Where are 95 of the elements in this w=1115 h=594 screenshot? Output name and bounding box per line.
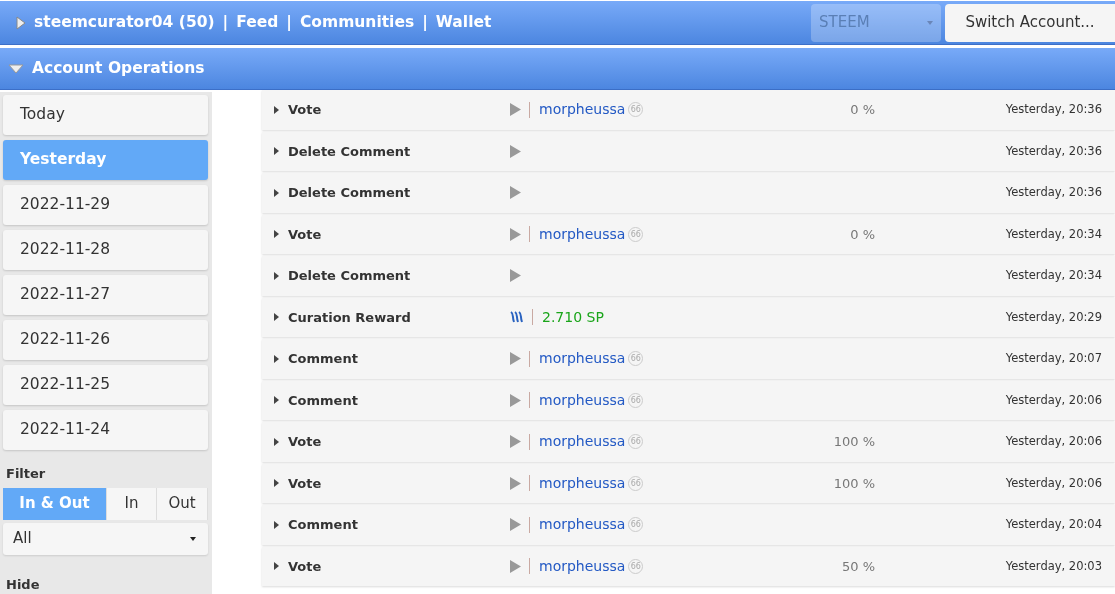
expand-caret-icon	[274, 437, 279, 446]
reward-amount: 2.710 SP	[542, 307, 604, 327]
separator: |	[422, 11, 428, 33]
operation-row[interactable]: Delete Comment Yesterday, 20:36	[262, 131, 1115, 171]
account-link[interactable]: morpheussa	[539, 348, 626, 370]
collapse-caret-icon[interactable]	[8, 63, 24, 74]
vote-percent: 0 %	[850, 102, 875, 117]
operation-time: Yesterday, 20:36	[1005, 142, 1103, 160]
expand-caret-icon	[274, 188, 279, 197]
date-item[interactable]: 2022-11-26	[3, 320, 208, 360]
type-select[interactable]: All	[3, 522, 208, 555]
account-link[interactable]: morpheussa	[539, 472, 626, 494]
operation-time: Yesterday, 20:03	[1005, 557, 1103, 575]
operation-name: Comment	[288, 350, 359, 368]
date-item[interactable]: 2022-11-25	[3, 365, 208, 405]
play-icon	[510, 352, 521, 366]
separator: |	[286, 11, 292, 33]
operation-row[interactable]: Delete Comment Yesterday, 20:34	[262, 256, 1115, 296]
operation-time: Yesterday, 20:34	[1005, 225, 1103, 243]
date-item[interactable]: 2022-11-24	[3, 410, 208, 450]
switch-account-button[interactable]: Switch Account...	[945, 3, 1115, 42]
dropdown-caret-icon	[927, 20, 933, 25]
play-icon	[510, 435, 521, 449]
date-item[interactable]: Today	[3, 95, 208, 135]
play-icon	[510, 103, 521, 117]
play-icon	[510, 393, 521, 407]
expand-caret-icon	[274, 479, 279, 488]
play-icon	[510, 559, 521, 573]
operation-time: Yesterday, 20:29	[1005, 308, 1103, 326]
operation-time: Yesterday, 20:36	[1005, 101, 1103, 119]
expand-caret-icon	[274, 147, 279, 156]
expand-caret-icon	[274, 230, 279, 239]
separator: |	[222, 11, 229, 33]
vote-percent: 100 %	[833, 475, 875, 491]
filter-tab[interactable]: Out	[157, 487, 208, 520]
filter-tab[interactable]: In	[107, 487, 157, 520]
operation-row[interactable]: Vote morpheussa 66 100 % Yesterday, 20:06	[262, 463, 1115, 503]
date-item[interactable]: 2022-11-27	[3, 275, 208, 315]
operation-row[interactable]: Vote morpheussa 66 100 % Yesterday, 20:06	[262, 422, 1115, 462]
operation-row[interactable]: Comment morpheussa 66 Yesterday, 20:06	[262, 380, 1115, 420]
operation-row[interactable]: Delete Comment Yesterday, 20:36	[262, 173, 1115, 213]
operation-name: Vote	[288, 557, 323, 576]
play-icon	[510, 144, 521, 158]
caret-icon[interactable]	[16, 15, 26, 30]
operation-time: Yesterday, 20:06	[1005, 474, 1103, 492]
date-item[interactable]: 2022-11-28	[3, 230, 208, 270]
operation-time: Yesterday, 20:04	[1005, 516, 1103, 534]
operation-name: Delete Comment	[288, 142, 412, 161]
operation-name: Comment	[288, 516, 359, 534]
vote-percent: 100 %	[833, 434, 875, 449]
account-link[interactable]: morpheussa	[539, 99, 626, 121]
operation-name: Vote	[288, 225, 323, 244]
expand-caret-icon	[274, 354, 279, 363]
section-title: Account Operations	[32, 57, 205, 79]
operation-name: Vote	[288, 474, 323, 493]
operation-time: Yesterday, 20:06	[1005, 433, 1103, 451]
account-link[interactable]: morpheussa	[539, 389, 626, 411]
steem-logo-icon	[510, 311, 524, 324]
hide-label: Hide	[6, 575, 41, 594]
operation-name: Vote	[288, 101, 323, 119]
play-icon	[510, 476, 521, 490]
expand-caret-icon	[274, 562, 279, 571]
operation-row[interactable]: Curation Reward 2.710 SP Yesterday, 20:29	[262, 297, 1115, 337]
operation-row[interactable]: Vote morpheussa 66 0 % Yesterday, 20:34	[262, 214, 1115, 254]
operation-time: Yesterday, 20:07	[1005, 350, 1103, 368]
operation-time: Yesterday, 20:36	[1005, 184, 1103, 202]
operation-name: Comment	[288, 391, 359, 410]
operation-row[interactable]: Comment morpheussa 66 Yesterday, 20:07	[262, 339, 1115, 379]
play-icon	[510, 518, 521, 532]
dropdown-caret-icon	[190, 536, 196, 541]
operation-name: Delete Comment	[288, 267, 412, 285]
account-link[interactable]: morpheussa	[539, 514, 626, 536]
expand-caret-icon	[274, 271, 279, 280]
operation-row[interactable]: Comment morpheussa 66 Yesterday, 20:04	[262, 505, 1115, 545]
expand-caret-icon	[274, 313, 279, 322]
expand-caret-icon	[274, 105, 279, 114]
account-link[interactable]: morpheussa	[539, 223, 626, 245]
filter-label: Filter	[6, 465, 47, 483]
vote-percent: 0 %	[850, 226, 875, 242]
operation-row[interactable]: Vote morpheussa 66 0 % Yesterday, 20:36	[262, 90, 1115, 130]
operation-time: Yesterday, 20:06	[1005, 391, 1103, 409]
operation-name: Curation Reward	[288, 308, 412, 327]
operation-time: Yesterday, 20:34	[1005, 267, 1103, 285]
expand-caret-icon	[274, 520, 279, 529]
operation-name: Delete Comment	[288, 184, 412, 202]
operation-name: Vote	[288, 433, 323, 451]
vote-percent: 50 %	[841, 558, 875, 574]
operation-row[interactable]: Vote morpheussa 66 50 % Yesterday, 20:03	[262, 546, 1115, 586]
play-icon	[510, 269, 521, 283]
account-link[interactable]: morpheussa	[539, 555, 626, 577]
play-icon	[510, 186, 521, 200]
account-link[interactable]: morpheussa	[539, 431, 626, 453]
play-icon	[510, 227, 521, 241]
date-item[interactable]: 2022-11-29	[3, 185, 208, 225]
expand-caret-icon	[274, 396, 279, 405]
